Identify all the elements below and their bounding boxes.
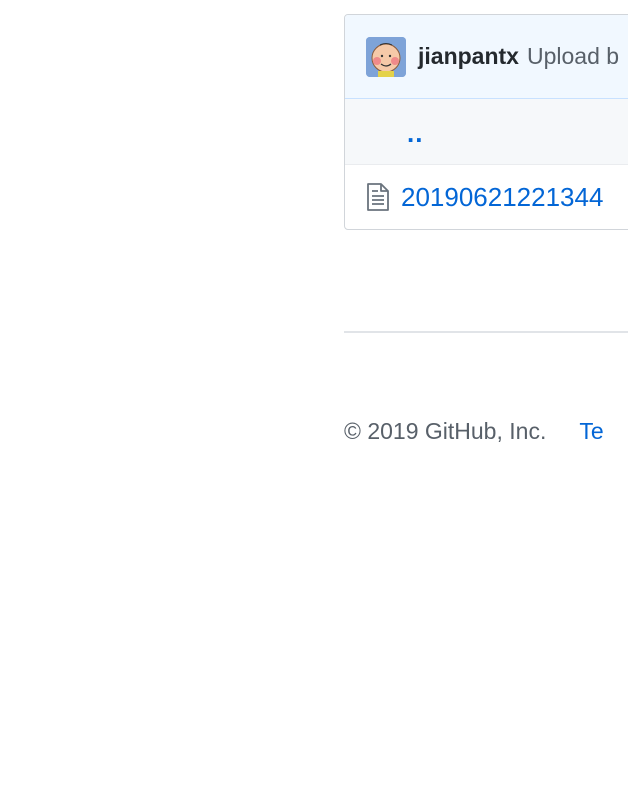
latest-commit-bar: jianpantx Upload b: [345, 15, 628, 99]
footer-divider: [344, 331, 628, 333]
file-row[interactable]: 20190621221344: [345, 165, 628, 229]
footer-copyright: © 2019 GitHub, Inc.: [344, 418, 547, 444]
parent-directory-row[interactable]: ..: [345, 99, 628, 165]
avatar[interactable]: [366, 36, 406, 77]
footer-link-terms[interactable]: Te: [579, 418, 603, 445]
avatar-image: [366, 36, 406, 77]
commit-author-link[interactable]: jianpantx: [418, 43, 519, 70]
parent-directory-link[interactable]: ..: [407, 118, 423, 149]
commit-message[interactable]: Upload b: [527, 43, 619, 70]
file-name-link[interactable]: 20190621221344: [401, 182, 603, 213]
page: jianpantx Upload b .. 20190621221344 © 2…: [0, 0, 628, 798]
file-text-icon: [365, 182, 391, 212]
site-footer: © 2019 GitHub, Inc. Te: [344, 418, 628, 445]
file-browser-table: jianpantx Upload b .. 20190621221344: [344, 14, 628, 230]
